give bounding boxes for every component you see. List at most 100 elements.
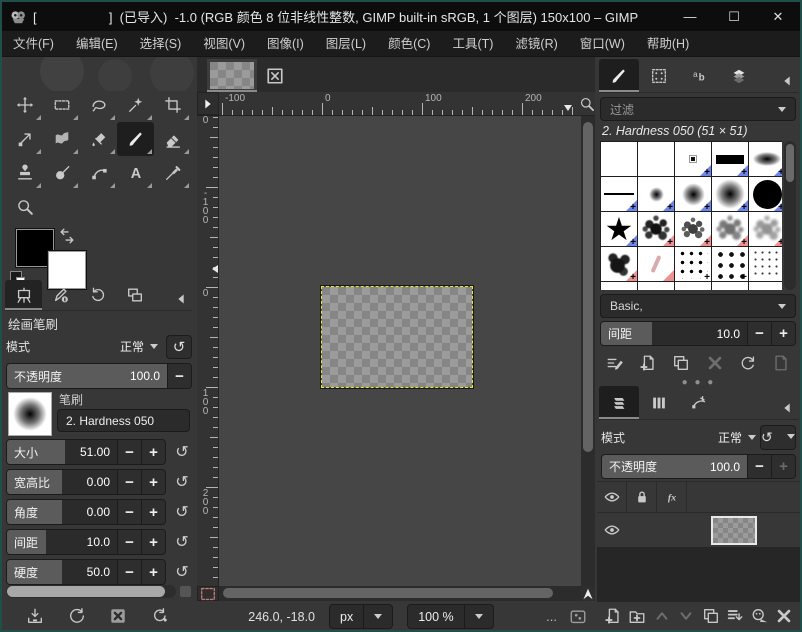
- image-preview-icon[interactable]: [569, 608, 587, 626]
- decrease-button[interactable]: −: [117, 500, 141, 524]
- eraser-tool[interactable]: [154, 122, 191, 156]
- maximize-button[interactable]: ☐: [712, 2, 756, 31]
- opacity-decrease-button[interactable]: −: [167, 364, 191, 388]
- menu-item-7[interactable]: 颜色(C): [377, 31, 441, 57]
- brush-swatch-18[interactable]: +: [675, 247, 711, 281]
- increase-button[interactable]: +: [141, 560, 165, 584]
- brush-swatch-3[interactable]: +: [675, 142, 711, 176]
- brush-swatch-5[interactable]: +: [749, 142, 782, 176]
- decrease-button[interactable]: −: [117, 440, 141, 464]
- brush-filter-input[interactable]: 过滤: [600, 97, 796, 121]
- crop-tool[interactable]: [154, 88, 191, 122]
- layer-opacity-slider[interactable]: 不透明度 100.0 − +: [601, 454, 796, 479]
- decrease-button[interactable]: −: [117, 470, 141, 494]
- menu-item-4[interactable]: 视图(V): [192, 31, 256, 57]
- tab-fonts[interactable]: ab: [679, 59, 719, 92]
- brush-swatch-25[interactable]: [749, 282, 782, 290]
- bucket-fill-tool[interactable]: [80, 122, 117, 156]
- menu-item-10[interactable]: 窗口(W): [569, 31, 636, 57]
- brush-swatch-8[interactable]: +: [675, 177, 711, 211]
- active-brush-preview[interactable]: [8, 392, 52, 436]
- free-select-tool[interactable]: [80, 88, 117, 122]
- brush-swatch-7[interactable]: +: [638, 177, 674, 211]
- tab-brushes[interactable]: [599, 59, 639, 92]
- brush-swatch-24[interactable]: [712, 282, 748, 290]
- reset-value-button[interactable]: ↺: [170, 439, 194, 465]
- brush-swatch-11[interactable]: ★+: [601, 212, 637, 246]
- 角度-slider[interactable]: 角度0.00−+: [6, 499, 166, 525]
- menu-item-11[interactable]: 帮助(H): [636, 31, 700, 57]
- paint-mode-select[interactable]: 正常: [120, 338, 158, 355]
- move-tool[interactable]: [6, 88, 43, 122]
- tab-paths[interactable]: [679, 386, 719, 419]
- reset-mode-button[interactable]: ↺: [166, 335, 192, 359]
- brush-spacing-slider[interactable]: 间距 10.0 − +: [600, 321, 796, 346]
- zoom-tool[interactable]: [6, 190, 43, 224]
- brush-swatch-2[interactable]: [638, 142, 674, 176]
- visibility-header-icon[interactable]: [597, 482, 627, 512]
- brush-swatch-10[interactable]: +: [749, 177, 782, 211]
- tab-images[interactable]: [116, 280, 153, 310]
- duplicate-layer-button[interactable]: [702, 607, 720, 625]
- layer-thumbnail[interactable]: [711, 516, 757, 545]
- brush-swatch-6[interactable]: +: [601, 177, 637, 211]
- 宽高比-slider[interactable]: 宽高比0.00−+: [6, 469, 166, 495]
- canvas-menu-button[interactable]: [197, 92, 219, 115]
- spacing-increase-button[interactable]: +: [771, 322, 795, 345]
- quick-mask-toggle[interactable]: [197, 586, 219, 601]
- lower-layer-button[interactable]: [677, 607, 695, 625]
- reset-value-button[interactable]: ↺: [170, 559, 194, 585]
- tab-channels[interactable]: [639, 386, 679, 419]
- brush-grid-scrollbar[interactable]: [784, 141, 796, 290]
- save-tool-preset-button[interactable]: [26, 607, 44, 625]
- reset-value-button[interactable]: ↺: [170, 529, 194, 555]
- paintbrush-tool[interactable]: [117, 122, 154, 156]
- paths-tool[interactable]: [80, 156, 117, 190]
- decrease-button[interactable]: −: [117, 560, 141, 584]
- unit-select[interactable]: px: [329, 604, 393, 629]
- brush-swatch-12[interactable]: +: [638, 212, 674, 246]
- restore-tool-preset-button[interactable]: [68, 607, 86, 625]
- brush-swatch-17[interactable]: [638, 247, 674, 281]
- brush-swatch-19[interactable]: +: [712, 247, 748, 281]
- layer-row[interactable]: [597, 513, 800, 547]
- brush-group-select[interactable]: Basic,: [600, 294, 796, 318]
- panel-menu-button[interactable]: [776, 397, 798, 419]
- brush-swatch-23[interactable]: [675, 282, 711, 290]
- zoom-select[interactable]: 100 %: [407, 604, 493, 629]
- panel-menu-button[interactable]: [776, 70, 798, 92]
- brush-swatch-1[interactable]: [601, 142, 637, 176]
- decrease-button[interactable]: −: [117, 530, 141, 554]
- add-layer-mask-button[interactable]: [751, 607, 769, 625]
- menu-item-6[interactable]: 图层(L): [315, 31, 377, 57]
- layer-opacity-decrease-button[interactable]: −: [747, 455, 771, 478]
- smudge-tool[interactable]: [43, 156, 80, 190]
- layer-list-empty-area[interactable]: [597, 547, 800, 602]
- swap-colors-button[interactable]: [58, 227, 76, 245]
- delete-tool-preset-button[interactable]: [109, 607, 127, 625]
- tab-patterns[interactable]: [639, 59, 679, 92]
- zoom-follow-window-button[interactable]: [579, 92, 595, 115]
- text-tool[interactable]: A: [117, 156, 154, 190]
- image-tab-active[interactable]: [207, 59, 257, 92]
- navigation-button[interactable]: [581, 586, 595, 601]
- menu-item-8[interactable]: 工具(T): [441, 31, 504, 57]
- canvas-image[interactable]: [322, 287, 472, 387]
- reset-value-button[interactable]: ↺: [170, 469, 194, 495]
- 间距-slider[interactable]: 间距10.0−+: [6, 529, 166, 555]
- brush-swatch-15[interactable]: +: [749, 212, 782, 246]
- brush-swatch-22[interactable]: [638, 282, 674, 290]
- layer-visibility-toggle[interactable]: [597, 521, 627, 539]
- brush-swatch-20[interactable]: [749, 247, 782, 281]
- delete-layer-button[interactable]: [775, 607, 793, 625]
- raise-layer-button[interactable]: [653, 607, 671, 625]
- brush-swatch-4[interactable]: +: [712, 142, 748, 176]
- increase-button[interactable]: +: [141, 500, 165, 524]
- reset-tool-options-button[interactable]: [151, 607, 169, 625]
- duplicate-brush-button[interactable]: [672, 354, 690, 372]
- color-picker-tool[interactable]: [154, 156, 191, 190]
- minimize-button[interactable]: —: [668, 2, 712, 31]
- tab-device-status[interactable]: [42, 280, 79, 310]
- rectangle-select-tool[interactable]: [43, 88, 80, 122]
- increase-button[interactable]: +: [141, 530, 165, 554]
